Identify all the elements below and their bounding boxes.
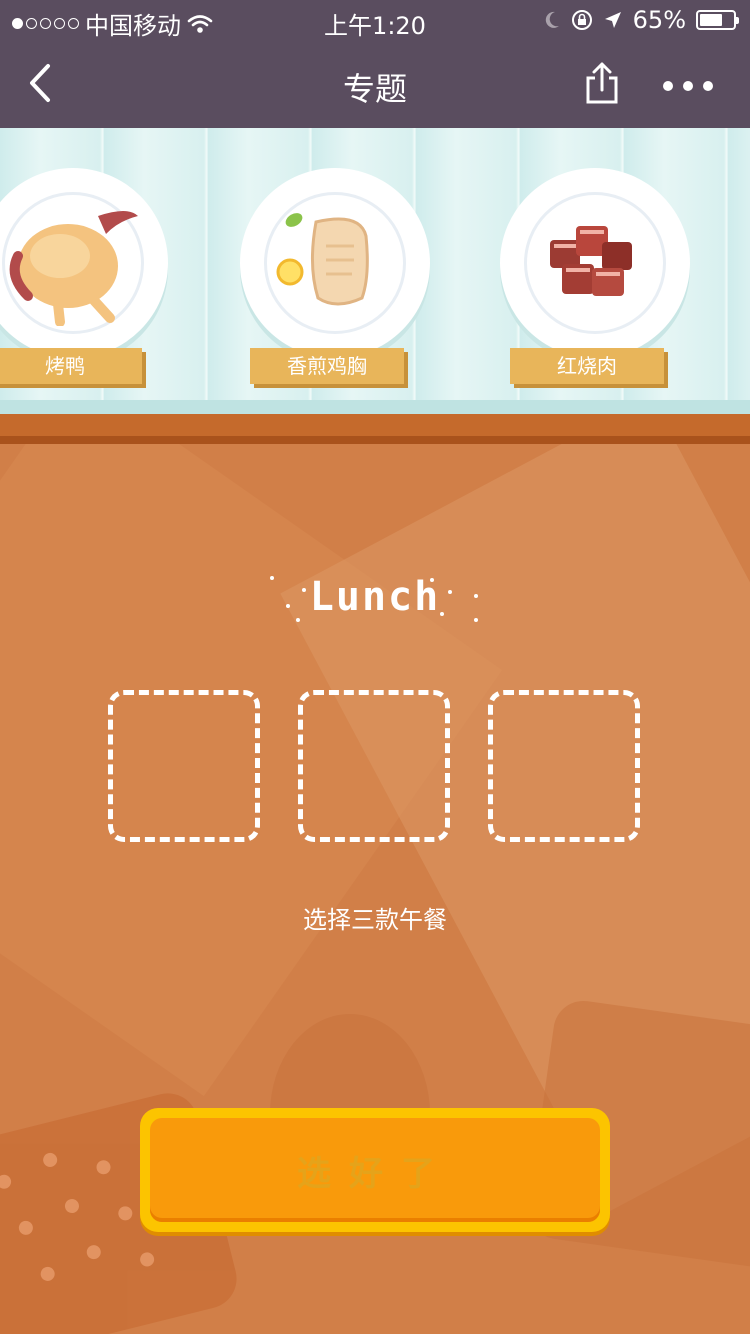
nav-bar: 专题 [0,40,750,128]
chicken-breast-icon [276,213,369,306]
lunch-slot-1[interactable] [108,690,260,842]
food-label: 红烧肉 [510,348,664,384]
roast-duck-icon [9,211,138,326]
sparkle [440,612,444,616]
location-arrow-icon [604,12,621,28]
sparkle [448,590,452,594]
counter-edge [0,436,750,444]
food-item-roast-duck[interactable]: 烤鸭 [0,168,168,414]
confirm-button[interactable]: 选好了 [140,1108,610,1232]
food-item-braised-pork[interactable]: 红烧肉 [500,168,690,414]
sparkle [302,588,306,592]
lunch-heading: Lunch [309,574,441,620]
selection-hint: 选择三款午餐 [303,906,447,934]
status-right: 65% [543,6,739,34]
sparkle [430,578,434,582]
braised-pork-icon [550,226,632,296]
lunch-slot-2[interactable] [298,690,450,842]
sparkle [474,618,478,622]
moon-icon [545,11,559,28]
food-label: 香煎鸡胸 [250,348,404,384]
plate [240,168,430,358]
confirm-button-label: 选好了 [150,1118,600,1222]
battery-icon [696,10,739,30]
battery-percent: 65% [632,6,686,34]
share-icon[interactable] [582,60,622,106]
page-title: 专题 [342,70,407,108]
more-dots-icon[interactable] [660,76,716,96]
sparkle [474,594,478,598]
food-label: 烤鸭 [0,348,142,384]
food-carousel[interactable]: 烤鸭 香煎鸡胸 红烧肉 [0,128,750,414]
sparkle [270,576,274,580]
selection-area: Lunch 选择三款午餐 选好了 [0,414,750,1334]
food-item-chicken-breast[interactable]: 香煎鸡胸 [240,168,430,414]
counter-edge [0,414,750,436]
rotation-lock-icon [571,10,592,30]
plate [0,168,168,358]
lunch-slot-3[interactable] [488,690,640,842]
sparkle [296,618,300,622]
sparkle [286,604,290,608]
status-bar: 中国移动 上午1:20 65% [0,0,750,40]
plate [500,168,690,358]
